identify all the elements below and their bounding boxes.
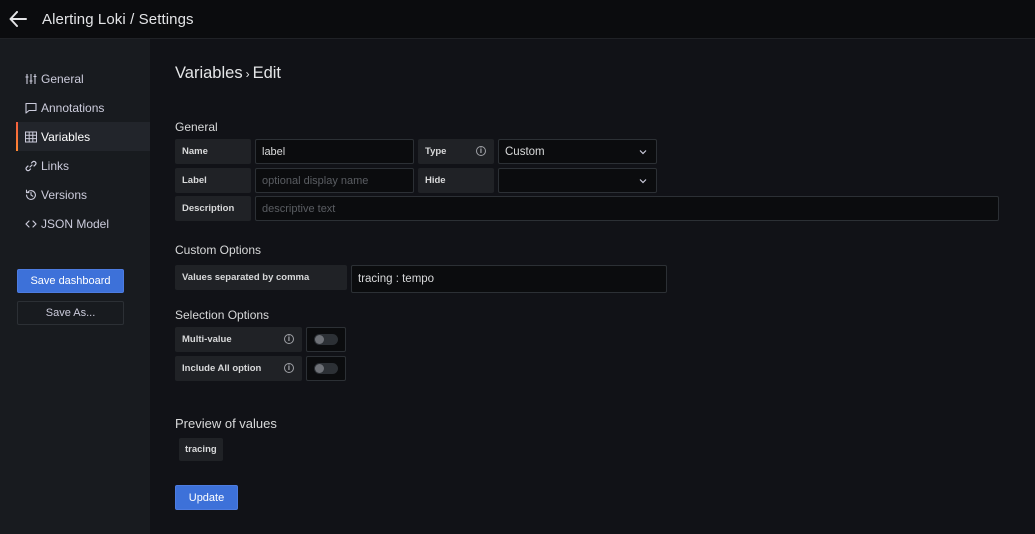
page-title: Variables › Edit [175,64,281,83]
description-input[interactable] [255,196,999,221]
name-label: Name [175,139,251,164]
sidebar-item-label: Annotations [41,100,105,115]
values-label-text: Values separated by comma [182,272,310,283]
preview-section-title: Preview of values [175,416,277,431]
sidebar-item-versions[interactable]: Versions [16,180,150,209]
type-label: Type i [418,139,494,164]
sidebar-item-links[interactable]: Links [16,151,150,180]
back-button[interactable] [6,7,30,31]
info-icon[interactable]: i [284,334,294,344]
info-icon[interactable]: i [284,363,294,373]
settings-sidebar: General Annotations Variables Links Vers… [0,39,150,534]
name-input[interactable] [255,139,414,164]
sidebar-item-json-model[interactable]: JSON Model [16,209,150,238]
history-icon [25,189,37,201]
custom-options-section-title: Custom Options [175,243,262,257]
toggle-switch [314,334,338,345]
include-all-toggle[interactable] [306,356,346,381]
chevron-down-icon [639,150,647,155]
arrow-left-icon [9,11,27,27]
sidebar-item-general[interactable]: General [16,64,150,93]
sidebar-item-label: Variables [41,129,91,144]
description-label-text: Description [182,203,235,214]
toggle-switch [314,363,338,374]
toggle-knob [315,335,324,344]
save-dashboard-button[interactable]: Save dashboard [17,269,124,293]
breadcrumb-separator: › [245,67,250,81]
preview-value-chip: tracing [179,438,223,461]
sidebar-item-label: General [41,71,84,86]
type-label-text: Type [425,146,447,157]
dashboard-title: Alerting Loki / Settings [42,10,194,28]
hide-label-text: Hide [425,175,446,186]
name-label-text: Name [182,146,208,157]
selection-options-section-title: Selection Options [175,308,270,322]
values-label: Values separated by comma [175,265,347,290]
top-bar: Alerting Loki / Settings [0,0,1035,39]
comment-icon [25,102,37,114]
type-select-value: Custom [505,145,545,158]
page-title-main: Variables [175,64,243,82]
update-button[interactable]: Update [175,485,238,510]
type-select[interactable]: Custom [498,139,657,164]
sidebar-item-label: JSON Model [41,216,110,231]
label-label-text: Label [182,175,207,186]
sidebar-item-variables[interactable]: Variables [16,122,150,151]
settings-nav: General Annotations Variables Links Vers… [16,64,150,238]
sidebar-item-annotations[interactable]: Annotations [16,93,150,122]
hide-select[interactable] [498,168,657,193]
variable-editor: Variables›Edit General Name Type i Custo… [150,39,1035,534]
general-section-title: General [175,120,218,134]
sidebar-item-label: Versions [41,187,88,202]
calculator-icon [25,131,37,143]
link-icon [25,160,37,172]
sidebar-item-label: Links [41,158,70,173]
include-all-label: Include All option i [175,356,302,381]
sliders-icon [25,73,37,85]
multi-value-toggle[interactable] [306,327,346,352]
description-label: Description [175,196,251,221]
save-as-button[interactable]: Save As... [17,301,124,325]
chevron-down-icon [639,179,647,184]
info-icon[interactable]: i [476,146,486,156]
multi-value-label: Multi-value i [175,327,302,352]
hide-label: Hide [418,168,494,193]
values-textarea[interactable]: tracing : tempo [351,265,667,293]
label-label: Label [175,168,251,193]
multi-value-label-text: Multi-value [182,334,232,345]
include-all-label-text: Include All option [182,363,262,374]
toggle-knob [315,364,324,373]
label-input[interactable] [255,168,414,193]
code-icon [25,218,37,230]
page-title-sub: Edit [252,64,282,82]
